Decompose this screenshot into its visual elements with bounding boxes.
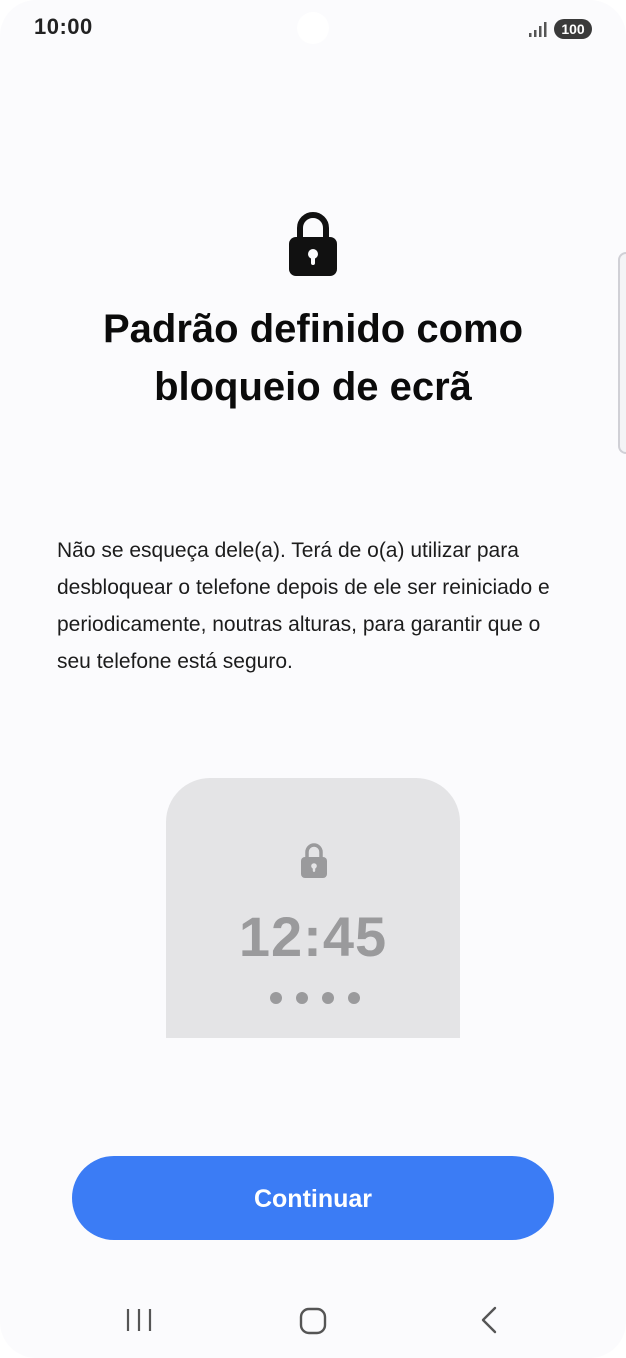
back-icon[interactable] bbox=[477, 1305, 501, 1335]
signal-bars-icon bbox=[529, 22, 547, 37]
screen: 10:00 100 Padrão definido como bloqueio … bbox=[0, 0, 626, 1358]
status-time: 10:00 bbox=[34, 14, 93, 39]
description-text: Não se esqueça dele(a). Terá de o(a) uti… bbox=[57, 539, 550, 673]
edge-panel-handle[interactable] bbox=[618, 252, 626, 454]
battery-badge: 100 bbox=[554, 19, 592, 39]
page-title: Padrão definido como bloqueio de ecrã bbox=[40, 300, 586, 416]
lock-icon bbox=[289, 212, 337, 276]
camera-cutout bbox=[297, 12, 329, 44]
continue-button[interactable]: Continuar bbox=[72, 1156, 554, 1240]
pin-dot bbox=[270, 992, 282, 1004]
title-line-1: Padrão definido como bbox=[102, 307, 524, 351]
pin-dot bbox=[348, 992, 360, 1004]
preview-clock: 12:45 bbox=[238, 905, 388, 968]
navigation-bar bbox=[0, 1290, 626, 1350]
home-icon[interactable] bbox=[298, 1306, 328, 1336]
pin-dots bbox=[270, 992, 360, 1006]
title-line-2: bloqueio de ecrã bbox=[154, 365, 472, 409]
pin-dot bbox=[322, 992, 334, 1004]
lock-screen-preview: 12:45 bbox=[166, 778, 460, 1038]
recents-icon[interactable] bbox=[124, 1306, 154, 1334]
pin-dot bbox=[296, 992, 308, 1004]
lock-icon bbox=[301, 843, 327, 878]
status-bar: 10:00 100 bbox=[0, 0, 626, 58]
